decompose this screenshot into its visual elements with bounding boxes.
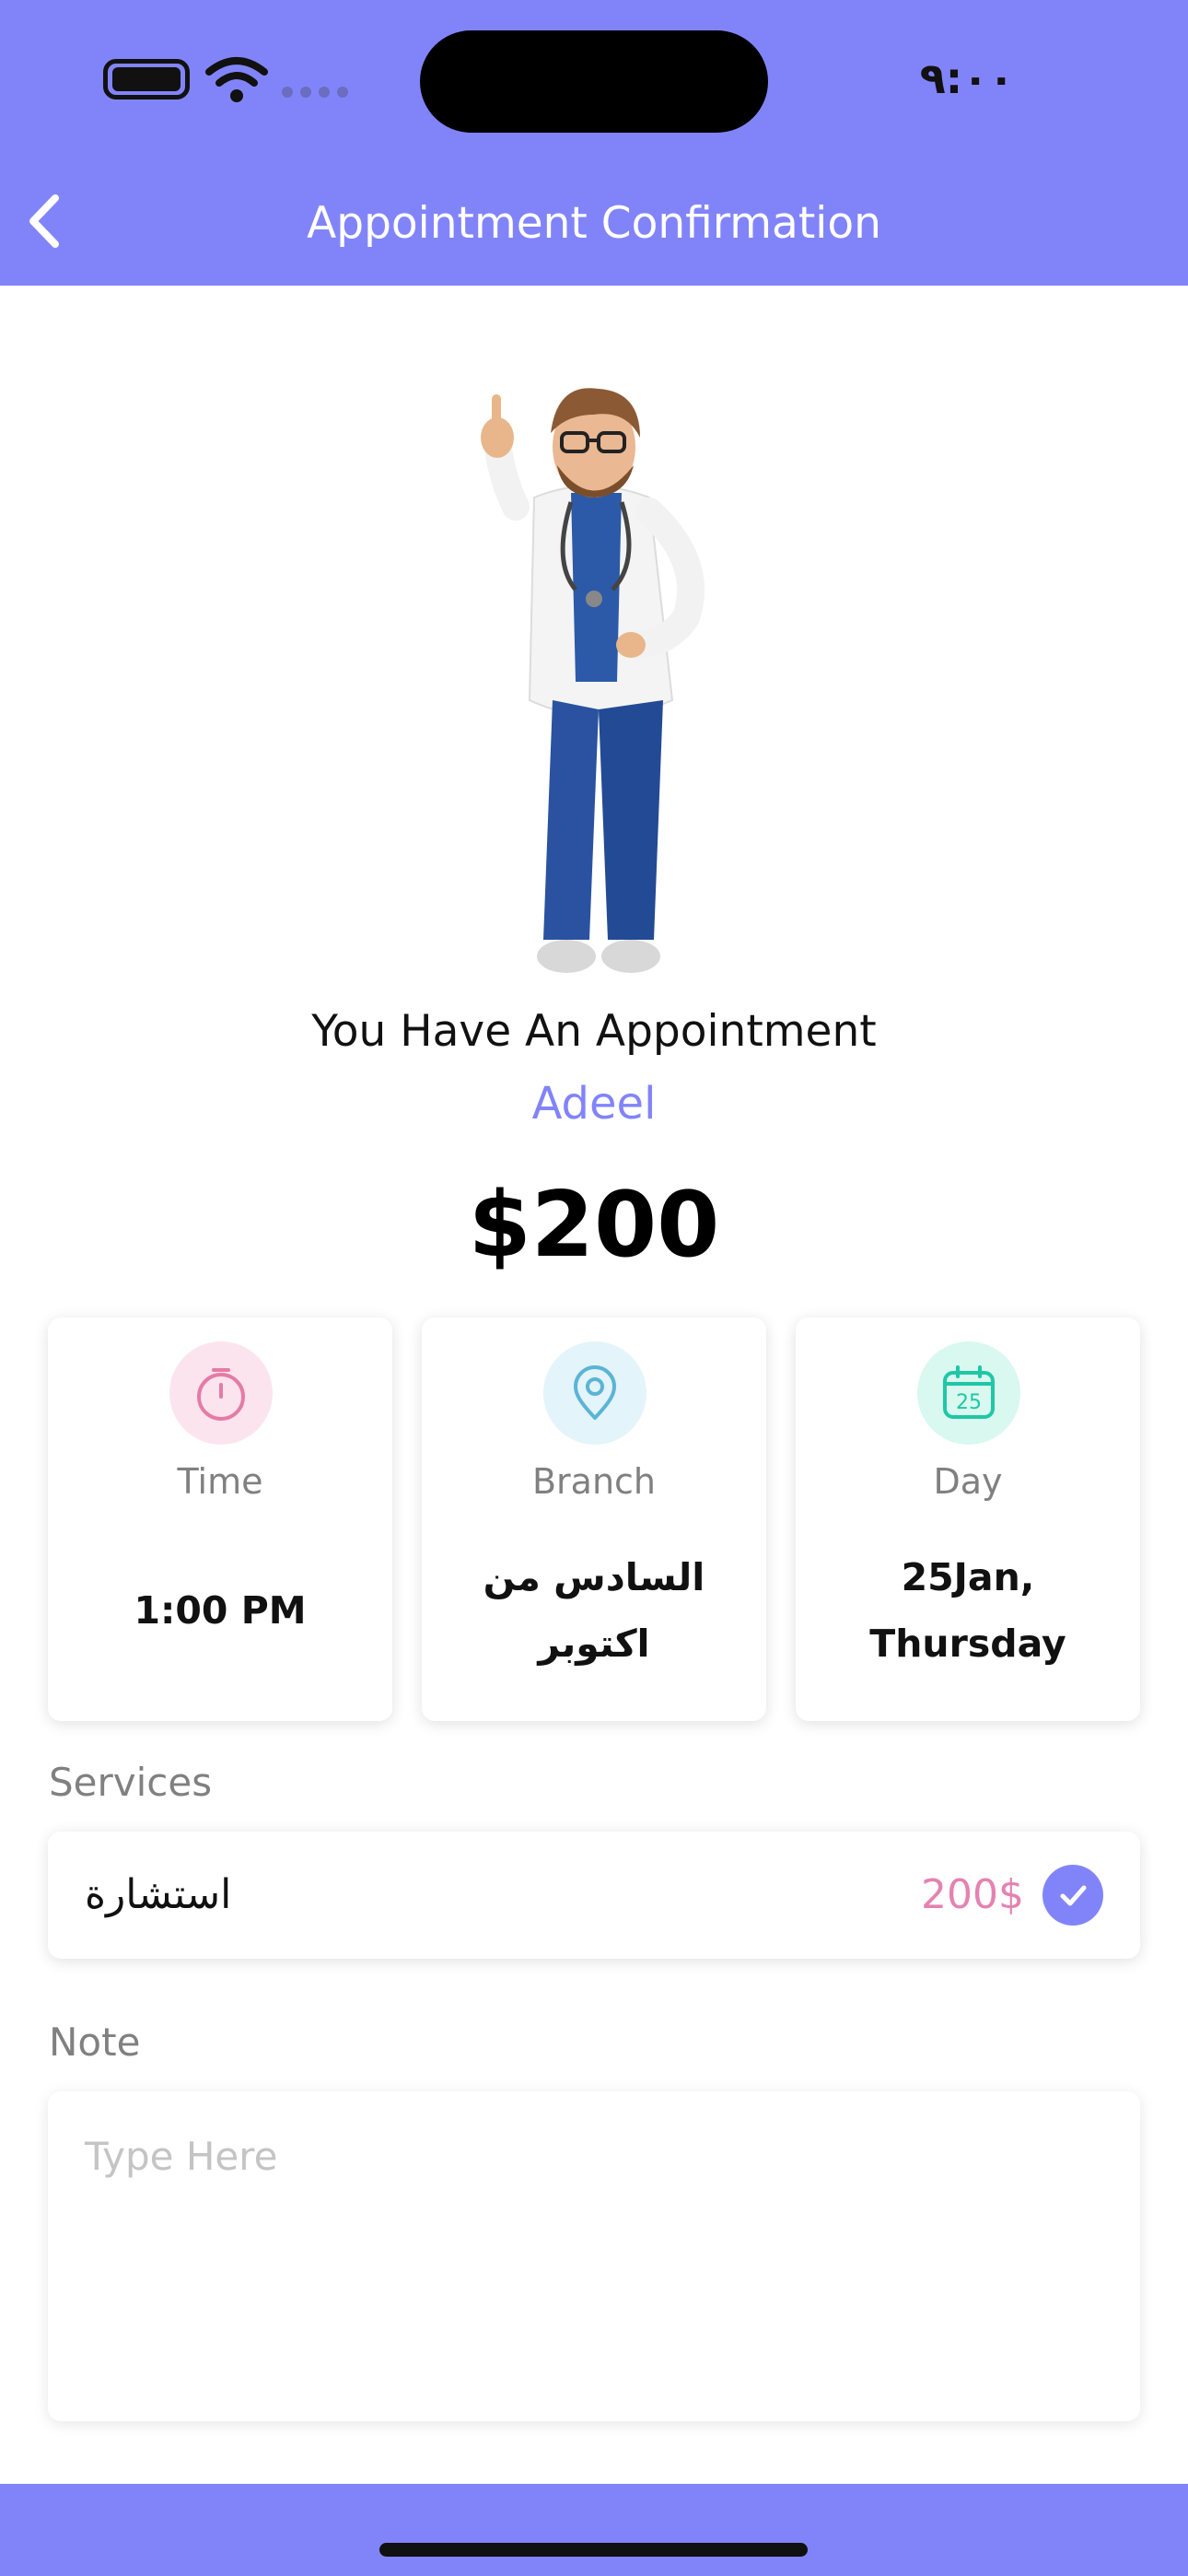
status-bar: ٩:٠٠ [0,0,1188,157]
services-label: Services [49,1760,213,1805]
appointment-heading: You Have An Appointment [311,1006,877,1057]
branch-card: Branch السادس من اكتوبر [422,1317,766,1721]
bottom-bar [0,2484,1188,2576]
header-bar: ٩:٠٠ Appointment Confirmation [0,0,1188,286]
calendar-icon: 25 [917,1341,1020,1445]
day-card: 25 Day 25Jan, Thursday [796,1317,1140,1721]
doctor-illustration [481,388,705,973]
service-name: استشارة [85,1871,232,1918]
day-value: 25Jan, Thursday [869,1555,1066,1666]
note-input[interactable] [48,2091,1140,2421]
time-label: Time [177,1461,263,1502]
home-indicator [379,2543,808,2557]
calendar-icon-number: 25 [956,1391,982,1414]
appointment-price: $200 [468,1173,720,1278]
time-card: Time 1:00 PM [48,1317,392,1721]
day-label: Day [933,1461,1003,1502]
branch-value: السادس من اكتوبر [483,1555,705,1666]
status-time: ٩:٠٠ [919,53,1015,103]
battery-icon [103,59,190,100]
service-item[interactable]: استشارة 200$ [48,1832,1140,1959]
doctor-name: Adeel [531,1078,657,1130]
service-price: 200$ [921,1871,1024,1918]
location-pin-icon [543,1341,646,1445]
time-value: 1:00 PM [134,1588,307,1633]
checkmark-icon[interactable] [1042,1865,1103,1926]
branch-label: Branch [531,1461,657,1502]
wifi-icon [205,57,268,102]
note-label: Note [49,2020,141,2065]
timer-icon [169,1341,273,1445]
cellular-signal-icon [282,87,348,98]
dynamic-island [420,30,768,133]
page-title: Appointment Confirmation [307,198,881,249]
